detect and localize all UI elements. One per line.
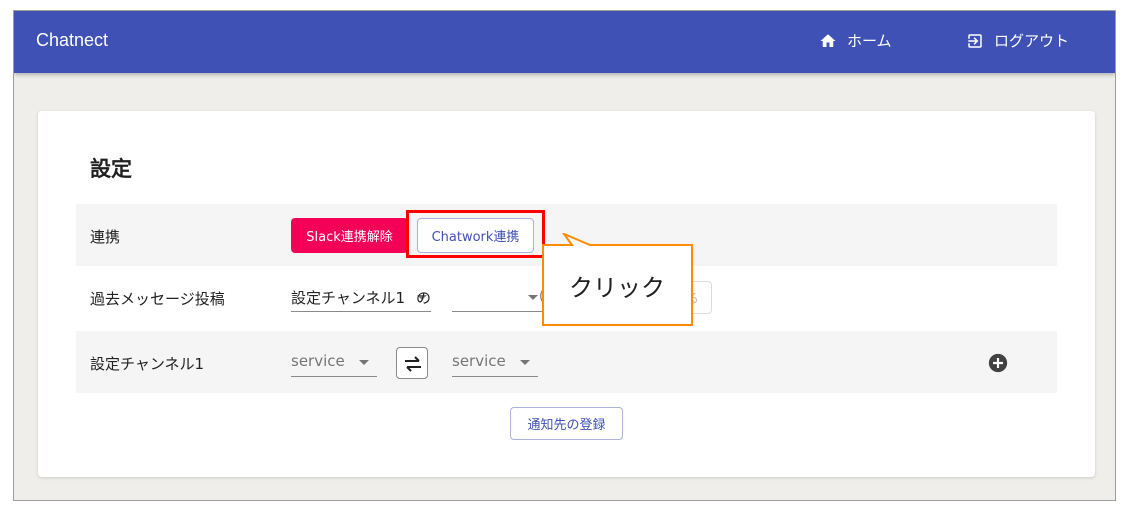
add-circle-icon[interactable] [988, 353, 1008, 373]
left-service-select[interactable]: service [291, 349, 377, 377]
slack-disconnect-button[interactable]: Slack連携解除 [291, 218, 408, 253]
page-title: 設定 [90, 157, 132, 181]
chevron-down-icon [528, 295, 538, 300]
app-window: Chatnect ホーム ログアウト 設定 連携 Slack連携解除 Chatw… [13, 10, 1116, 501]
channel-select-value: 設定チャンネル1 [291, 289, 406, 307]
past-post-row: 過去メッセージ投稿 設定チャンネル1 の ( する [76, 266, 1057, 328]
channel-row: 設定チャンネル1 service service [76, 331, 1057, 393]
chevron-down-icon [520, 360, 530, 365]
logout-label: ログアウト [994, 32, 1070, 50]
past-post-label: 過去メッセージ投稿 [90, 290, 225, 308]
swap-button[interactable] [396, 347, 428, 379]
home-icon [820, 33, 836, 47]
integration-label: 連携 [90, 228, 121, 246]
logout-icon [968, 33, 982, 48]
app-title: Chatnect [36, 30, 109, 50]
bracket-text: ( [539, 289, 545, 304]
right-service-select[interactable]: service [452, 349, 538, 377]
message-select[interactable] [452, 284, 542, 312]
register-notify-button[interactable]: 通知先の登録 [510, 407, 623, 440]
connector-text: の [416, 289, 432, 307]
channel-label: 設定チャンネル1 [90, 355, 205, 373]
channel-select[interactable]: 設定チャンネル1 [291, 284, 431, 312]
swap-icon [405, 356, 421, 372]
chatwork-connect-button[interactable]: Chatwork連携 [417, 218, 534, 253]
app-bar: Chatnect ホーム ログアウト [14, 11, 1115, 73]
left-service-value: service [291, 352, 345, 370]
home-label: ホーム [847, 32, 892, 50]
logout-button[interactable]: ログアウト [966, 30, 1069, 51]
post-button[interactable]: する [626, 281, 712, 314]
integration-row: 連携 Slack連携解除 Chatwork連携 [76, 204, 1057, 266]
chevron-down-icon [359, 360, 369, 365]
home-button[interactable]: ホーム [819, 30, 892, 51]
right-service-value: service [452, 352, 506, 370]
